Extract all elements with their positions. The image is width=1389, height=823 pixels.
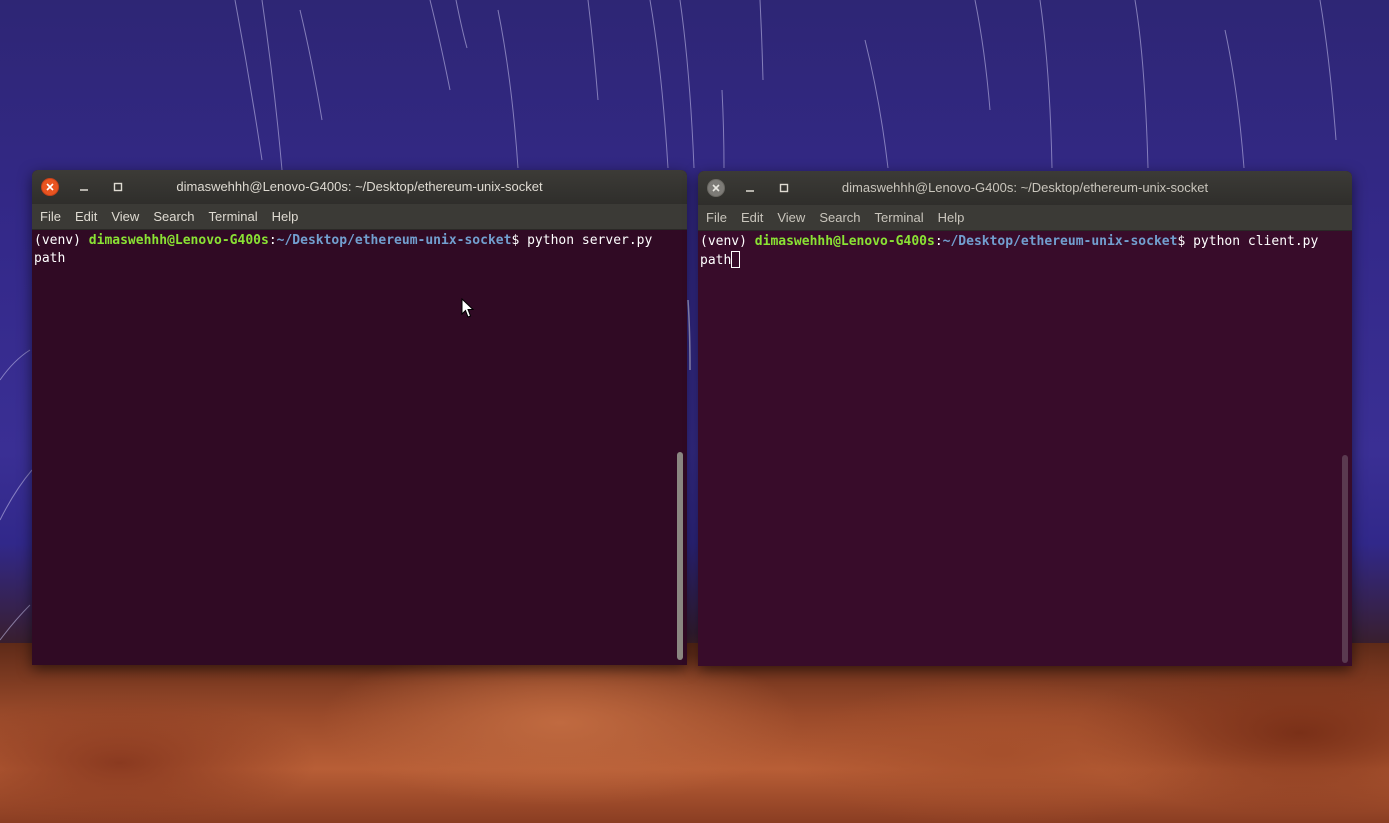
terminal-window-server[interactable]: dimaswehhh@Lenovo-G400s: ~/Desktop/ether… <box>32 170 687 665</box>
menu-bar: File Edit View Search Terminal Help <box>32 204 687 230</box>
output-text: path <box>700 253 732 268</box>
prompt-user-host: dimaswehhh@Lenovo-G400s <box>88 233 269 248</box>
terminal-window-client[interactable]: dimaswehhh@Lenovo-G400s: ~/Desktop/ether… <box>698 171 1352 666</box>
menu-search[interactable]: Search <box>147 209 200 224</box>
scrollbar[interactable] <box>1342 455 1348 663</box>
prompt-dollar: $ <box>511 233 528 248</box>
mouse-pointer-icon <box>461 298 475 318</box>
scrollbar[interactable] <box>677 452 683 660</box>
menu-file[interactable]: File <box>700 210 733 225</box>
menu-search[interactable]: Search <box>813 210 866 225</box>
window-title: dimaswehhh@Lenovo-G400s: ~/Desktop/ether… <box>841 180 1209 195</box>
menu-help[interactable]: Help <box>932 210 971 225</box>
terminal-output[interactable]: (venv) dimaswehhh@Lenovo-G400s:~/Desktop… <box>32 230 687 665</box>
output-line: path <box>700 251 1350 270</box>
text-cursor <box>731 251 741 268</box>
prompt-dollar: $ <box>1177 234 1194 249</box>
prompt-separator: : <box>934 234 943 249</box>
window-title: dimaswehhh@Lenovo-G400s: ~/Desktop/ether… <box>176 179 543 194</box>
menu-view[interactable]: View <box>771 210 811 225</box>
prompt-path: ~/Desktop/ethereum-unix-socket <box>276 233 512 248</box>
venv-label: (venv) <box>700 234 755 249</box>
titlebar[interactable]: dimaswehhh@Lenovo-G400s: ~/Desktop/ether… <box>32 170 687 204</box>
menu-edit[interactable]: Edit <box>735 210 769 225</box>
menu-file[interactable]: File <box>34 209 67 224</box>
menu-help[interactable]: Help <box>266 209 305 224</box>
prompt-line: (venv) dimaswehhh@Lenovo-G400s:~/Desktop… <box>34 232 685 250</box>
venv-label: (venv) <box>34 233 89 248</box>
terminal-output[interactable]: (venv) dimaswehhh@Lenovo-G400s:~/Desktop… <box>698 231 1352 666</box>
menu-bar: File Edit View Search Terminal Help <box>698 205 1352 231</box>
prompt-separator: : <box>268 233 277 248</box>
rock-foreground <box>0 643 1389 823</box>
titlebar[interactable]: dimaswehhh@Lenovo-G400s: ~/Desktop/ether… <box>698 171 1352 205</box>
menu-terminal[interactable]: Terminal <box>203 209 264 224</box>
command-text: python server.py <box>527 233 653 248</box>
prompt-path: ~/Desktop/ethereum-unix-socket <box>942 234 1178 249</box>
prompt-line: (venv) dimaswehhh@Lenovo-G400s:~/Desktop… <box>700 233 1350 251</box>
menu-edit[interactable]: Edit <box>69 209 103 224</box>
output-line: path <box>34 251 66 266</box>
prompt-user-host: dimaswehhh@Lenovo-G400s <box>754 234 935 249</box>
menu-terminal[interactable]: Terminal <box>869 210 930 225</box>
command-text: python client.py <box>1193 234 1319 249</box>
menu-view[interactable]: View <box>105 209 145 224</box>
